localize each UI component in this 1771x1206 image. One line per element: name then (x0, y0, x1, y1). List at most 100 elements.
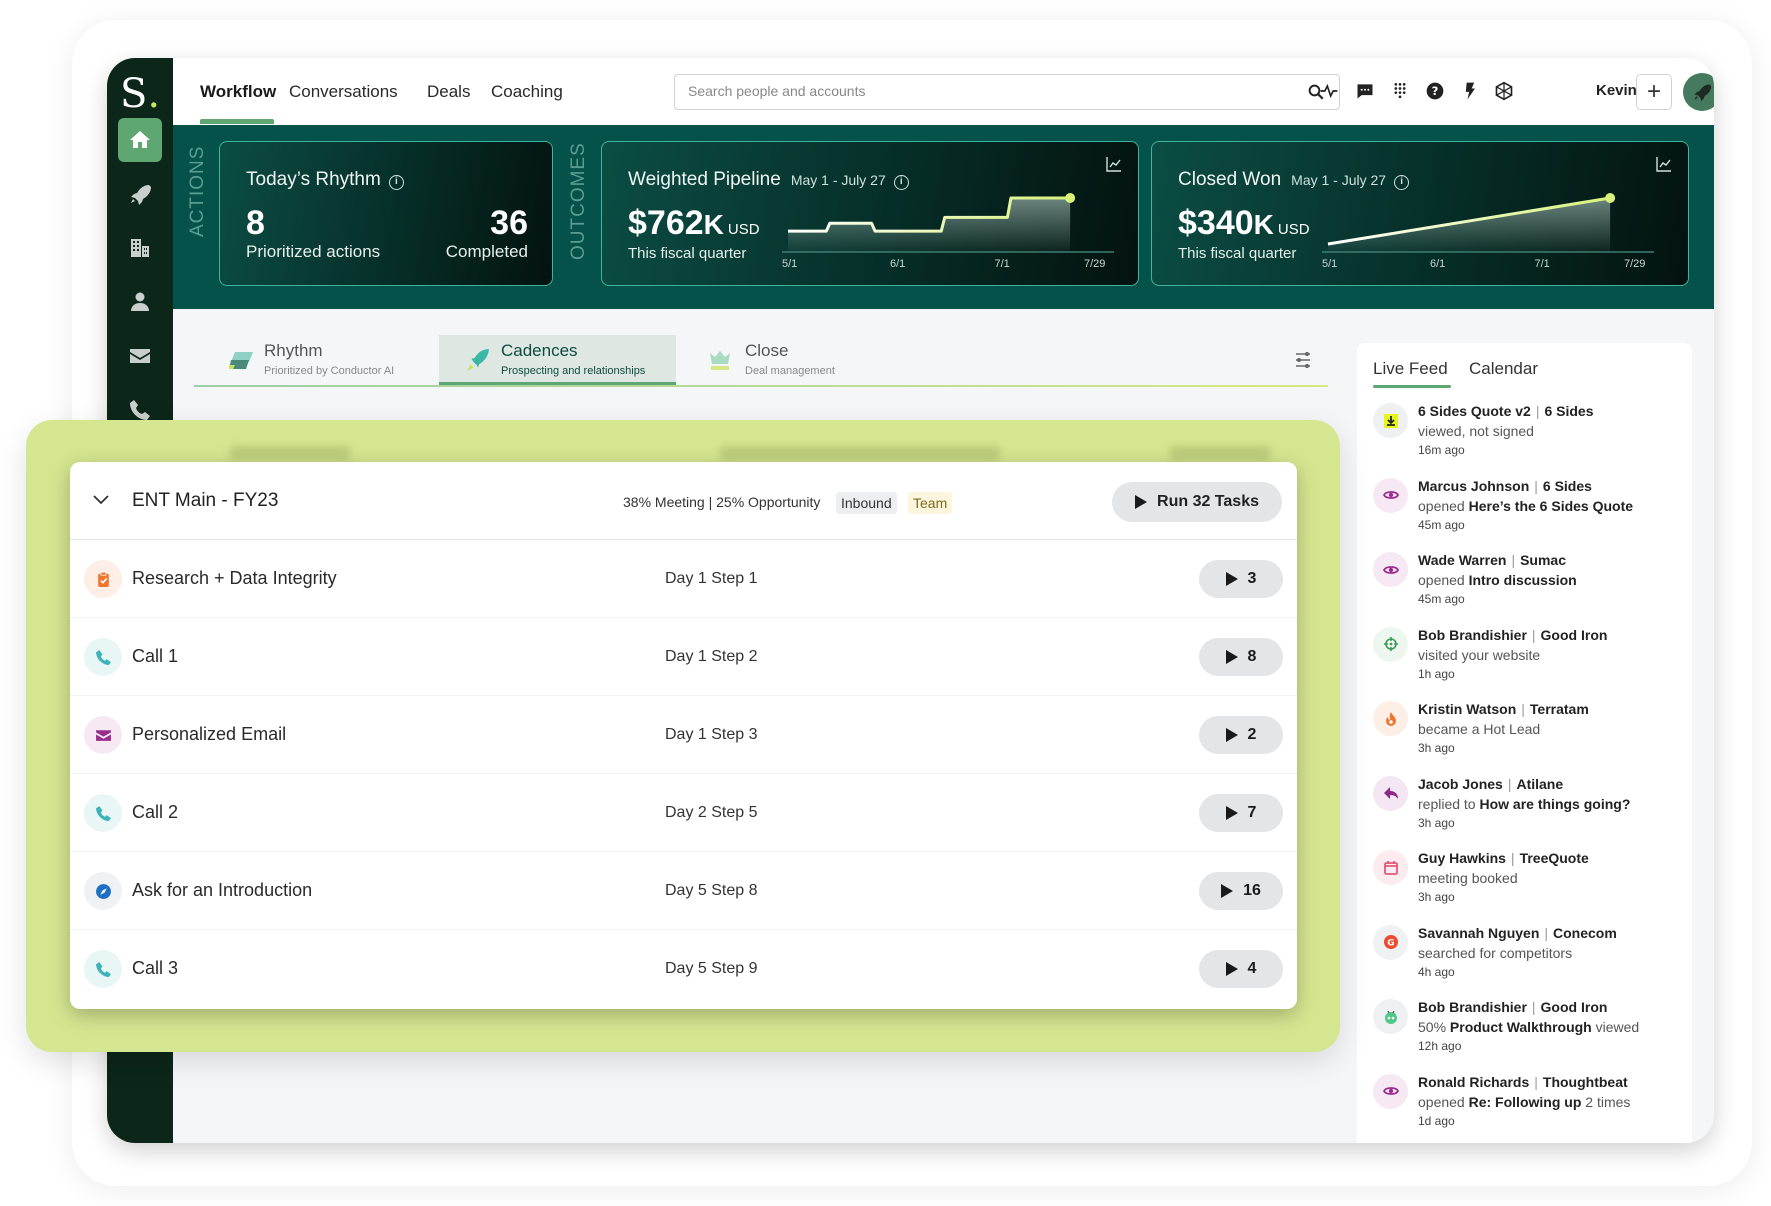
feed-icon-wrap: G (1373, 924, 1408, 960)
cadence-card: ENT Main - FY23 38% Meeting | 25% Opport… (70, 462, 1297, 1009)
closed-won-card[interactable]: Closed Won May 1 - July 27 i $340K USD This… (1151, 141, 1689, 286)
run-step-button[interactable]: 2 (1199, 716, 1283, 754)
cadence-step-row[interactable]: Call 1 Day 1 Step 2 8 (70, 618, 1297, 696)
logo[interactable]: S. (107, 66, 173, 122)
run-step-button[interactable]: 8 (1199, 638, 1283, 676)
chart-icon[interactable] (1656, 156, 1672, 172)
search-box[interactable] (674, 74, 1340, 110)
tab-close[interactable]: Close Deal management (676, 335, 896, 385)
cadence-step-row[interactable]: Ask for an Introduction Day 5 Step 8 16 (70, 852, 1297, 930)
cadence-step-row[interactable]: Personalized Email Day 1 Step 3 2 (70, 696, 1297, 774)
chart-icon[interactable] (1106, 156, 1122, 172)
closed-won-chart (1322, 193, 1654, 253)
activity-icon[interactable] (1319, 81, 1339, 101)
completed-count: 36 (490, 204, 528, 242)
rhythm-card[interactable]: Today’s Rhythm i 8 Prioritized actions 36… (219, 141, 553, 286)
run-tasks-button[interactable]: Run 32 Tasks (1112, 482, 1282, 522)
sidebar-item-email[interactable] (118, 334, 162, 378)
feed-title: Savannah Nguyen | Conecom (1418, 924, 1617, 941)
tab-calendar[interactable]: Calendar (1469, 359, 1538, 379)
hexagon-icon[interactable] (1494, 81, 1514, 101)
search-input[interactable] (688, 83, 1288, 99)
feed-detail: opened Intro discussion (1418, 572, 1577, 588)
feed-item[interactable]: Wade Warren | Sumac opened Intro discussion… (1373, 552, 1683, 624)
chart-tick-label: 7/1 (1534, 258, 1550, 270)
sidebar-item-accounts[interactable] (118, 226, 162, 270)
feed-time: 1d ago (1418, 1113, 1455, 1128)
run-step-button[interactable]: 7 (1199, 794, 1283, 832)
info-icon[interactable]: i (388, 175, 404, 190)
pipeline-card[interactable]: Weighted Pipeline May 1 - July 27 i $762K U… (601, 141, 1139, 286)
feed-item[interactable]: 6 Sides Quote v2 | 6 Sides viewed, not sign… (1373, 403, 1683, 475)
nav-tab-workflow[interactable]: Workflow (200, 82, 276, 102)
cadence-step-row[interactable]: Call 3 Day 5 Step 9 4 (70, 930, 1297, 1008)
feed-time: 16m ago (1418, 443, 1465, 457)
feed-item[interactable]: G Savannah Nguyen | Conecom searched for com… (1373, 924, 1683, 997)
feed-item[interactable]: Bob Brandishier | Good Iron 50% Product Wal… (1373, 999, 1683, 1071)
nav-tab-coaching[interactable]: Coaching (491, 82, 563, 102)
step-day: Day 1 Step 2 (665, 648, 758, 665)
tab-cadences[interactable]: Cadences Prospecting and relationships (439, 335, 676, 385)
tab-live-feed[interactable]: Live Feed (1373, 359, 1448, 379)
info-icon[interactable]: i (1394, 175, 1410, 190)
phone-icon (95, 961, 111, 977)
rocket-icon (467, 349, 489, 371)
feed-time: 45m ago (1418, 517, 1465, 532)
crosshair-icon (1383, 637, 1398, 651)
info-icon[interactable]: i (893, 175, 909, 190)
filter-settings-icon[interactable] (1294, 351, 1312, 369)
user-name: Kevin (1596, 82, 1637, 99)
run-step-button[interactable]: 3 (1199, 560, 1283, 598)
chevron-down-icon[interactable] (92, 490, 110, 508)
avatar[interactable] (1683, 73, 1714, 111)
chart-tick-label: 7/29 (1624, 258, 1646, 270)
play-icon (1225, 962, 1238, 976)
nav-tab-conversations[interactable]: Conversations (289, 82, 398, 102)
mail-icon (130, 349, 150, 363)
feed-detail: 50% Product Walkthrough viewed (1418, 1019, 1640, 1035)
feed-icon-wrap (1373, 477, 1408, 513)
sidebar-item-cadences[interactable] (118, 172, 162, 216)
closed-value: $340K USD (1178, 204, 1310, 242)
tab-rhythm-title: Rhythm (264, 341, 323, 360)
cadence-header: ENT Main - FY23 38% Meeting | 25% Opport… (70, 462, 1297, 540)
help-icon[interactable]: ? (1425, 81, 1445, 101)
step-name: Ask for an Introduction (132, 880, 313, 900)
feed-item[interactable]: Marcus Johnson | 6 Sides opened Here’s the … (1373, 477, 1683, 550)
add-button[interactable]: + (1636, 74, 1672, 110)
g2-icon: G (1383, 935, 1398, 949)
home-icon (130, 131, 150, 148)
tag-team: Team (908, 492, 953, 514)
sidebar-item-home[interactable] (118, 118, 162, 162)
feed-tab-indicator (1373, 385, 1451, 388)
phone-icon (95, 805, 111, 821)
sidebar-item-people[interactable] (118, 280, 162, 324)
feed-item[interactable]: Bob Brandishier | Good Iron visited your we… (1373, 626, 1683, 699)
bolt-icon[interactable] (1460, 81, 1480, 101)
chart-tick-label: 6/1 (1429, 258, 1446, 270)
feed-item[interactable]: Jacob Jones | Atilane replied to How are th… (1373, 775, 1683, 848)
feed-title: Ronald Richards | Thoughtbeat (1418, 1073, 1628, 1090)
rocket-icon (131, 185, 151, 205)
feed-item[interactable]: Ronald Richards | Thoughtbeat opened Re: Fo… (1373, 1073, 1683, 1144)
run-step-button[interactable]: 4 (1199, 950, 1283, 988)
feed-item[interactable]: Guy Hawkins | TreeQuote meeting booked 3h ag… (1373, 850, 1683, 922)
play-icon (1135, 495, 1148, 509)
feed-time: 45m ago (1418, 592, 1465, 606)
cadence-step-row[interactable]: Research + Data Integrity Day 1 Step 1 3 (70, 540, 1297, 618)
nav-tab-deals[interactable]: Deals (427, 82, 470, 102)
chart-end-point[interactable] (1605, 193, 1616, 203)
dialpad-icon[interactable] (1390, 81, 1410, 101)
chart-end-point[interactable] (1065, 193, 1076, 203)
feed-item[interactable]: Kristin Watson | Terratam became a Hot Lead… (1373, 701, 1683, 773)
cadence-step-row[interactable]: Call 2 Day 2 Step 5 7 (70, 774, 1297, 852)
pipeline-chart (782, 193, 1114, 253)
chart-tick-label: 7/1 (994, 258, 1010, 270)
pipeline-title: Weighted Pipeline May 1 - July 27 i (628, 169, 909, 191)
step-icon-wrap (84, 716, 122, 754)
run-step-button[interactable]: 16 (1199, 872, 1283, 910)
tab-rhythm[interactable]: Rhythm Prioritized by Conductor AI (194, 335, 439, 385)
completed-label: Completed (445, 242, 528, 261)
mail-icon (95, 729, 111, 741)
chat-icon[interactable] (1355, 81, 1375, 101)
